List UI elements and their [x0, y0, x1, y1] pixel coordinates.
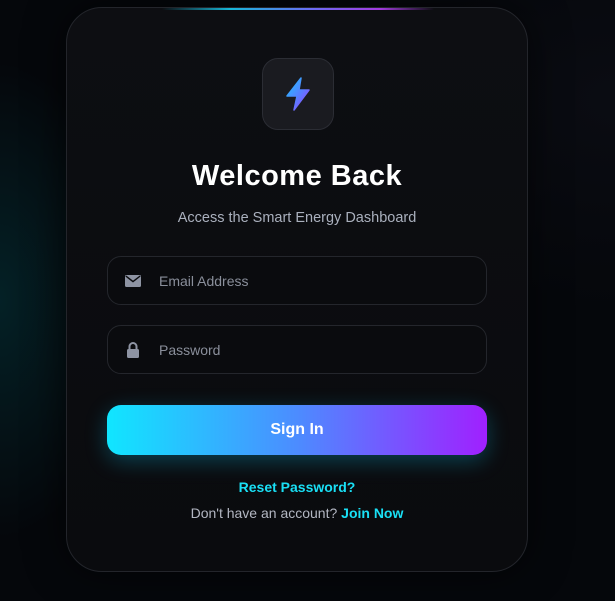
app-logo: [262, 58, 334, 130]
reset-password-row: Reset Password?: [67, 479, 527, 497]
signup-row: Don't have an account? Join Now: [67, 505, 527, 521]
login-card: Welcome Back Access the Smart Energy Das…: [66, 7, 528, 572]
reset-password-link[interactable]: Reset Password?: [239, 479, 356, 495]
page-title: Welcome Back: [191, 160, 403, 192]
password-input[interactable]: [158, 326, 486, 373]
sign-in-button[interactable]: Sign In: [107, 405, 487, 455]
page-subtitle: Access the Smart Energy Dashboard: [177, 210, 417, 226]
password-field[interactable]: [107, 325, 487, 374]
email-field[interactable]: [107, 256, 487, 305]
email-input[interactable]: [158, 257, 486, 304]
lightning-bolt-icon: [286, 77, 310, 111]
signup-prompt: Don't have an account?: [190, 505, 338, 521]
envelope-icon: [108, 274, 158, 287]
lock-icon: [108, 341, 158, 358]
join-now-link[interactable]: Join Now: [341, 505, 403, 521]
card-top-glow: [162, 8, 434, 10]
